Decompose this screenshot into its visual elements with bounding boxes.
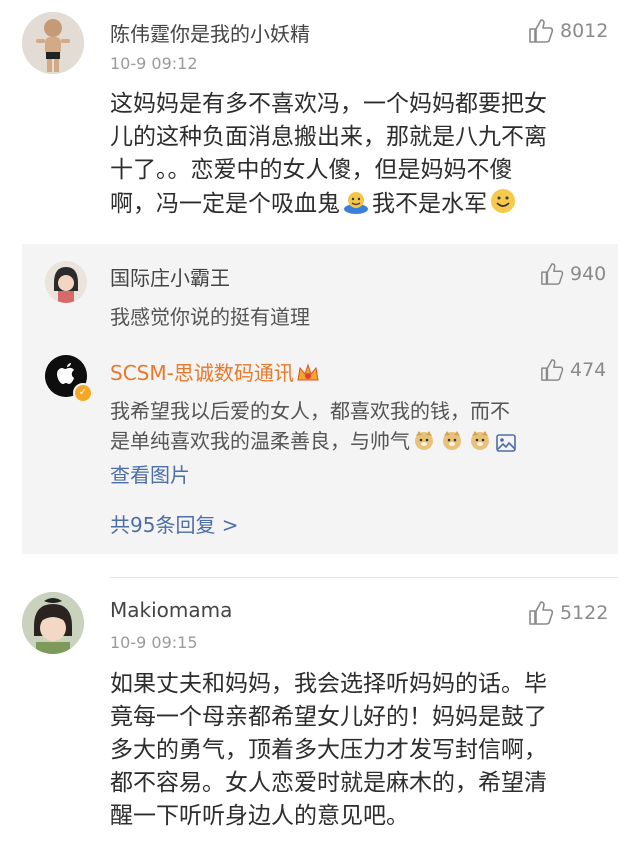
doge-emoji-icon: [412, 428, 436, 460]
like-button[interactable]: 5122: [528, 600, 608, 626]
avatar-image: [22, 592, 84, 654]
comment-line: 都不容易。女人恋爱时就是麻木的，希望清: [110, 770, 547, 796]
avatar-image: [45, 261, 87, 303]
vip-crown-icon: [296, 362, 320, 389]
reply-line: 我希望我以后爱的女人，都喜欢我的钱，而不: [110, 399, 510, 423]
avatar[interactable]: [22, 12, 84, 74]
thumbs-up-icon: [541, 359, 564, 381]
divider: [110, 577, 618, 578]
avatar[interactable]: [22, 592, 84, 654]
comment-line: 啊，冯一定是个吸血鬼 我不是水军: [110, 187, 547, 225]
comment-line: 这妈妈是有多不喜欢冯，一个妈妈都要把女: [110, 91, 547, 117]
reply-username[interactable]: 国际庄小霸王: [110, 262, 230, 291]
reply-line: 是单纯喜欢我的温柔善良，与帅气: [110, 426, 518, 460]
username[interactable]: 陈伟霆你是我的小妖精: [110, 18, 310, 47]
like-button[interactable]: 940: [540, 262, 606, 286]
comment-body: 如果丈夫和妈妈，我会选择听妈妈的话。毕 竟每一个母亲都希望女儿好的！妈妈是鼓了 …: [110, 668, 547, 833]
avatar[interactable]: [45, 261, 87, 303]
vampire-emoji-icon: [342, 189, 370, 225]
reply-body: 我感觉你说的挺有道理: [110, 305, 310, 329]
doge-emoji-icon: [468, 428, 492, 460]
reply-username[interactable]: SCSM-思诚数码通讯: [110, 357, 322, 389]
view-images-link[interactable]: 查看图片: [110, 460, 518, 490]
like-count: 5122: [560, 602, 609, 624]
verified-badge-icon: ✓: [73, 383, 93, 403]
comment-line: 十了。。恋爱中的女人傻，但是妈妈不傻: [110, 157, 513, 183]
image-icon[interactable]: [496, 430, 516, 460]
comment-line: 儿的这种负面消息搬出来，那就是八九不离: [110, 124, 547, 150]
thumbs-up-icon: [541, 263, 564, 285]
doge-emoji-icon: [440, 428, 464, 460]
comment-line: 竟每一个母亲都希望女儿好的！妈妈是鼓了: [110, 704, 547, 730]
avatar-image: [22, 12, 84, 74]
more-replies-link[interactable]: 共95条回复 >: [110, 510, 239, 540]
reply-body: 我希望我以后爱的女人，都喜欢我的钱，而不 是单纯喜欢我的温柔善良，与帅气 查看图…: [110, 396, 518, 490]
like-count: 474: [570, 359, 607, 381]
username[interactable]: Makiomama: [110, 598, 232, 622]
timestamp: 10-9 09:12: [110, 54, 198, 73]
thumbs-up-icon: [529, 601, 554, 625]
timestamp: 10-9 09:15: [110, 633, 198, 652]
like-button[interactable]: 474: [540, 358, 606, 382]
comment-body: 这妈妈是有多不喜欢冯，一个妈妈都要把女 儿的这种负面消息搬出来，那就是八九不离 …: [110, 88, 547, 225]
comment-line: 多大的勇气，顶着多大压力才发写封信啊，: [110, 737, 547, 763]
like-count: 940: [570, 263, 607, 285]
smile-emoji-icon: [489, 187, 517, 225]
comment-line: 如果丈夫和妈妈，我会选择听妈妈的话。毕: [110, 671, 547, 697]
thumbs-up-icon: [529, 19, 554, 43]
comment-line: 醒一下听听身边人的意见吧。: [110, 803, 409, 829]
like-count: 8012: [560, 20, 609, 42]
like-button[interactable]: 8012: [528, 18, 608, 44]
